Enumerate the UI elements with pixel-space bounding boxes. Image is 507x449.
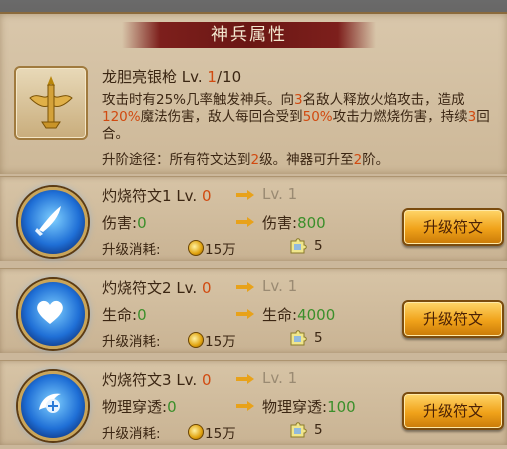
upgrade-rune-button[interactable]: 升级符文	[402, 392, 504, 430]
puzzle-shard-icon	[290, 422, 307, 438]
upgrade-path-segment: 2	[250, 152, 260, 168]
rune-cost-label: 升级消耗:	[102, 242, 161, 258]
upgrade-path-segment: 升阶途径：所有符文达到	[102, 152, 251, 168]
rune-next-label: 伤害	[262, 214, 293, 232]
pierce-icon[interactable]	[18, 371, 88, 441]
rune-coin-amount: 15万	[205, 426, 236, 442]
rune-cost-label: 升级消耗:	[102, 334, 161, 350]
coin-icon	[188, 424, 204, 440]
rune-coin-amount: 15万	[205, 242, 236, 258]
rune-shard-amount: 5	[314, 330, 323, 346]
rune-next-label: 生命	[262, 306, 293, 324]
coin-icon	[188, 240, 204, 256]
arrow-right-icon	[236, 217, 254, 227]
description-segment: 攻击力燃烧伤害，持续	[332, 109, 468, 125]
rune-lv-label: Lv.	[176, 279, 198, 297]
rune-title: 灼烧符文1 Lv. 0	[102, 185, 212, 206]
rune-lv-label: Lv.	[176, 187, 198, 205]
rune-next-stat: 生命:4000	[262, 306, 336, 324]
rune-current-stat: 物理穿透:0	[102, 398, 177, 416]
arrow-right-icon	[236, 401, 254, 411]
rune-shard-amount: 5	[314, 238, 323, 254]
weapon-icon[interactable]	[14, 66, 88, 140]
rune-name: 灼烧符文3	[102, 371, 172, 389]
coin-icon	[188, 332, 204, 348]
rune-lv-from: 0	[201, 187, 212, 205]
description-segment: 50%	[302, 109, 333, 125]
rune-lv-to: Lv. 1	[262, 277, 298, 295]
arrow-right-icon	[236, 282, 254, 292]
rune-stat-label: 物理穿透	[102, 398, 163, 416]
description-segment: 攻击时有25%几率触发神兵。向	[102, 92, 295, 108]
rune-current-stat: 生命:0	[102, 306, 147, 324]
weapon-level-prefix: Lv.	[181, 68, 203, 86]
rune-row: 灼烧符文2 Lv. 0 Lv. 1 生命:0 生命:4000 升级消耗: 15万…	[0, 268, 507, 353]
rune-lv-from: 0	[201, 279, 212, 297]
rune-next-label: 物理穿透	[262, 398, 323, 416]
rune-next-stat: 伤害:800	[262, 214, 326, 232]
description-segment: 魔法伤害，敌人每回合受到	[140, 109, 303, 125]
rune-next-value: 800	[297, 214, 326, 232]
rune-stat-value: 0	[167, 398, 177, 416]
rune-cost-label: 升级消耗:	[102, 426, 161, 442]
rune-lv-from: 0	[201, 371, 212, 389]
rune-cost: 升级消耗:	[102, 238, 161, 258]
rune-title: 灼烧符文2 Lv. 0	[102, 277, 212, 298]
rune-lv-to: Lv. 1	[262, 369, 298, 387]
rune-cost: 升级消耗:	[102, 422, 161, 442]
weapon-name: 龙胆亮银枪	[102, 68, 178, 86]
puzzle-shard-icon	[290, 330, 307, 346]
rune-row: 灼烧符文3 Lv. 0 Lv. 1 物理穿透:0 物理穿透:100 升级消耗: …	[0, 360, 507, 445]
rune-current-stat: 伤害:0	[102, 214, 147, 232]
rune-cost: 升级消耗:	[102, 330, 161, 350]
rune-name: 灼烧符文1	[102, 187, 172, 205]
weapon-level-max: /10	[216, 68, 242, 86]
rune-stat-label: 伤害	[102, 214, 133, 232]
rune-coin-amount: 15万	[205, 334, 236, 350]
description-segment: 3	[294, 92, 303, 108]
rune-row: 灼烧符文1 Lv. 0 Lv. 1 伤害:0 伤害:800 升级消耗: 15万 …	[0, 176, 507, 261]
rune-next-value: 4000	[297, 306, 336, 324]
description-segment: 3	[467, 109, 477, 125]
upgrade-path-segment: 2	[353, 152, 363, 168]
arrow-right-icon	[236, 190, 254, 200]
weapon-level-current: 1	[207, 68, 217, 86]
arrow-right-icon	[236, 374, 254, 384]
weapon-name-line: 龙胆亮银枪 Lv. 1/10	[102, 66, 241, 87]
rune-shard-amount: 5	[314, 422, 323, 438]
rune-name: 灼烧符文2	[102, 279, 172, 297]
puzzle-shard-icon	[290, 238, 307, 254]
rune-next-stat: 物理穿透:100	[262, 398, 356, 416]
heart-icon[interactable]	[18, 279, 88, 349]
description-segment: 120%	[102, 109, 141, 125]
rune-next-value: 100	[327, 398, 356, 416]
upgrade-path-segment: 阶。	[362, 152, 390, 168]
upgrade-rune-button[interactable]: 升级符文	[402, 208, 504, 246]
rune-lv-label: Lv.	[176, 371, 198, 389]
upgrade-path-text: 升阶途径：所有符文达到2级。神器可升至2阶。	[102, 148, 389, 168]
description-segment: 名敌人释放火焰攻击，造成	[302, 92, 465, 108]
rune-lv-to: Lv. 1	[262, 185, 298, 203]
upgrade-rune-button[interactable]: 升级符文	[402, 300, 504, 338]
blade-icon[interactable]	[18, 187, 88, 257]
rune-title: 灼烧符文3 Lv. 0	[102, 369, 212, 390]
rune-stat-value: 0	[137, 306, 147, 324]
panel-title: 神兵属性	[122, 22, 376, 48]
rune-stat-value: 0	[137, 214, 147, 232]
arrow-right-icon	[236, 309, 254, 319]
upgrade-path-segment: 级。神器可升至	[259, 152, 354, 168]
weapon-description: 攻击时有25%几率触发神兵。向3名敌人释放火焰攻击，造成120%魔法伤害，敌人每…	[102, 92, 498, 143]
rune-stat-label: 生命	[102, 306, 133, 324]
